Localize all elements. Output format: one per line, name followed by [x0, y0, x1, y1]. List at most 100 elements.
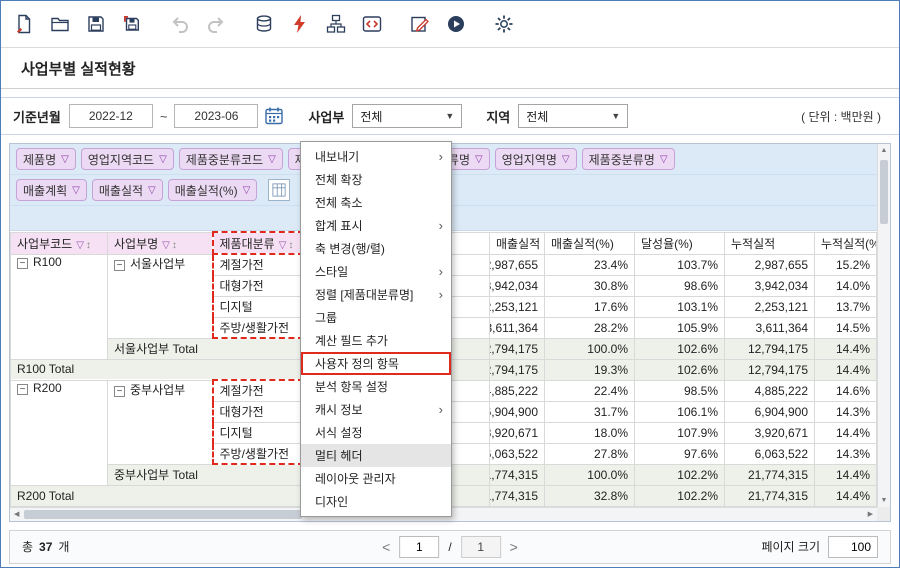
cell-text: 2,253,121 [490, 300, 539, 314]
total-count: 37 [39, 540, 52, 554]
scroll-right-icon[interactable]: ▶ [868, 510, 873, 518]
menu-item[interactable]: 전체 축소 [301, 191, 451, 214]
scroll-up-icon[interactable]: ▲ [881, 147, 888, 154]
menu-item[interactable]: 내보내기› [301, 145, 451, 168]
collapse-icon[interactable]: − [17, 258, 28, 269]
cell: 102.2% [635, 464, 725, 485]
cell: 12,794,175 [490, 338, 545, 359]
filter-funnel-icon[interactable]: ▽ [660, 154, 668, 165]
filter-funnel-icon[interactable]: ▽ [268, 154, 276, 165]
cell: 100.0% [545, 464, 635, 485]
vertical-scrollbar[interactable]: ▲ ▼ [877, 144, 890, 507]
measure-chip[interactable]: 매출계획▽ [16, 179, 87, 201]
menu-item[interactable]: 분석 항목 설정 [301, 375, 451, 398]
menu-item[interactable]: 전체 확장 [301, 168, 451, 191]
cell: 주방/생활가전 [213, 317, 303, 338]
field-chip[interactable]: 제품중분류코드▽ [179, 148, 283, 170]
undo-icon[interactable] [169, 13, 191, 35]
cell: 6,904,900 [725, 401, 815, 422]
save-icon[interactable] [85, 13, 107, 35]
filter-funnel-icon[interactable]: ▽ [279, 240, 287, 251]
code-editor-icon[interactable] [361, 13, 383, 35]
menu-item[interactable]: 사용자 정의 항목 [301, 352, 451, 375]
page-title: 사업부별 실적현황 [21, 58, 136, 79]
measure-chip[interactable]: 매출실적(%)▽ [168, 179, 258, 201]
filter-funnel-icon[interactable]: ▽ [475, 154, 483, 165]
page-size-input[interactable] [828, 536, 878, 558]
cell-text: 15.2% [836, 258, 870, 272]
filter-funnel-icon[interactable]: ▽ [76, 240, 84, 251]
menu-item[interactable]: 레이아웃 관리자 [301, 467, 451, 490]
menu-item-label: 스타일 [315, 263, 435, 280]
menu-item[interactable]: 그룹 [301, 306, 451, 329]
column-header[interactable]: 누적실적(%) [815, 232, 877, 254]
total-suffix-label: 개 [58, 538, 69, 555]
execute-query-icon[interactable] [289, 13, 311, 35]
field-chip[interactable]: 제품중분류명▽ [582, 148, 675, 170]
settings-icon[interactable] [493, 13, 515, 35]
page-input[interactable] [399, 536, 439, 558]
filter-funnel-icon[interactable]: ▽ [562, 154, 570, 165]
horizontal-scroll-thumb[interactable] [24, 510, 302, 519]
field-chip[interactable]: 제품명▽ [16, 148, 76, 170]
period-to-input[interactable] [174, 104, 258, 128]
collapse-icon[interactable]: − [114, 260, 125, 271]
prev-page-button[interactable]: < [382, 540, 390, 554]
menu-item[interactable]: 멀티 헤더 [301, 444, 451, 467]
filter-funnel-icon[interactable]: ▽ [162, 240, 170, 251]
filter-funnel-icon[interactable]: ▽ [159, 154, 167, 165]
hierarchy-icon[interactable] [325, 13, 347, 35]
period-from-input[interactable] [69, 104, 153, 128]
column-header[interactable]: 사업부코드▽↕ [11, 232, 108, 254]
column-header[interactable]: 제품대분류▽↕ [213, 232, 303, 254]
menu-item[interactable]: 정렬 [제품대분류명]› [301, 283, 451, 306]
field-chip[interactable]: 영업지역명▽ [495, 148, 577, 170]
scroll-down-icon[interactable]: ▼ [881, 497, 888, 504]
division-select[interactable]: 전체 ▼ [352, 104, 462, 128]
new-document-icon[interactable] [13, 13, 35, 35]
menu-item[interactable]: 디자인 [301, 490, 451, 513]
filter-funnel-icon[interactable]: ▽ [72, 185, 80, 196]
menu-item[interactable]: 합계 표시› [301, 214, 451, 237]
column-header[interactable]: 매출실적 [490, 232, 545, 254]
cell-text: 4,885,222 [490, 384, 539, 398]
save-as-icon[interactable] [121, 13, 143, 35]
menu-item[interactable]: 계산 필드 추가 [301, 329, 451, 352]
column-chooser-icon[interactable] [268, 179, 290, 201]
open-folder-icon[interactable] [49, 13, 71, 35]
sort-icon[interactable]: ↕ [86, 240, 91, 251]
redo-icon[interactable] [205, 13, 227, 35]
edit-icon[interactable] [409, 13, 431, 35]
cell-text: 14.3% [836, 405, 870, 419]
measure-chip[interactable]: 매출실적▽ [92, 179, 163, 201]
period-separator: ~ [160, 109, 168, 124]
column-header[interactable]: 누적실적 [725, 232, 815, 254]
filter-funnel-icon[interactable]: ▽ [61, 154, 69, 165]
filter-funnel-icon[interactable]: ▽ [243, 185, 251, 196]
menu-item[interactable]: 스타일› [301, 260, 451, 283]
sort-icon[interactable]: ↕ [172, 240, 177, 251]
collapse-icon[interactable]: − [114, 386, 125, 397]
collapse-icon[interactable]: − [17, 384, 28, 395]
run-icon[interactable] [445, 13, 467, 35]
next-page-button[interactable]: > [510, 540, 518, 554]
sort-icon[interactable]: ↕ [288, 240, 293, 251]
filter-funnel-icon[interactable]: ▽ [148, 185, 156, 196]
cell: 3,611,364 [490, 317, 545, 338]
region-select[interactable]: 전체 ▼ [518, 104, 628, 128]
menu-item[interactable]: 서식 설정 [301, 421, 451, 444]
menu-item-label: 정렬 [제품대분류명] [315, 286, 435, 303]
field-chip[interactable]: 영업지역코드▽ [81, 148, 174, 170]
calendar-icon[interactable] [264, 106, 284, 126]
column-header[interactable]: 매출실적(%) [545, 232, 635, 254]
menu-item[interactable]: 캐시 정보› [301, 398, 451, 421]
cell-text: 4,885,222 [755, 384, 808, 398]
database-icon[interactable] [253, 13, 275, 35]
vertical-scroll-thumb[interactable] [880, 160, 888, 224]
cell: 107.9% [635, 422, 725, 443]
cell-text: 31.7% [594, 405, 628, 419]
scroll-left-icon[interactable]: ◀ [14, 510, 19, 518]
column-header[interactable]: 사업부명▽↕ [108, 232, 213, 254]
column-header[interactable]: 달성율(%) [635, 232, 725, 254]
menu-item[interactable]: 축 변경(행/렬) [301, 237, 451, 260]
